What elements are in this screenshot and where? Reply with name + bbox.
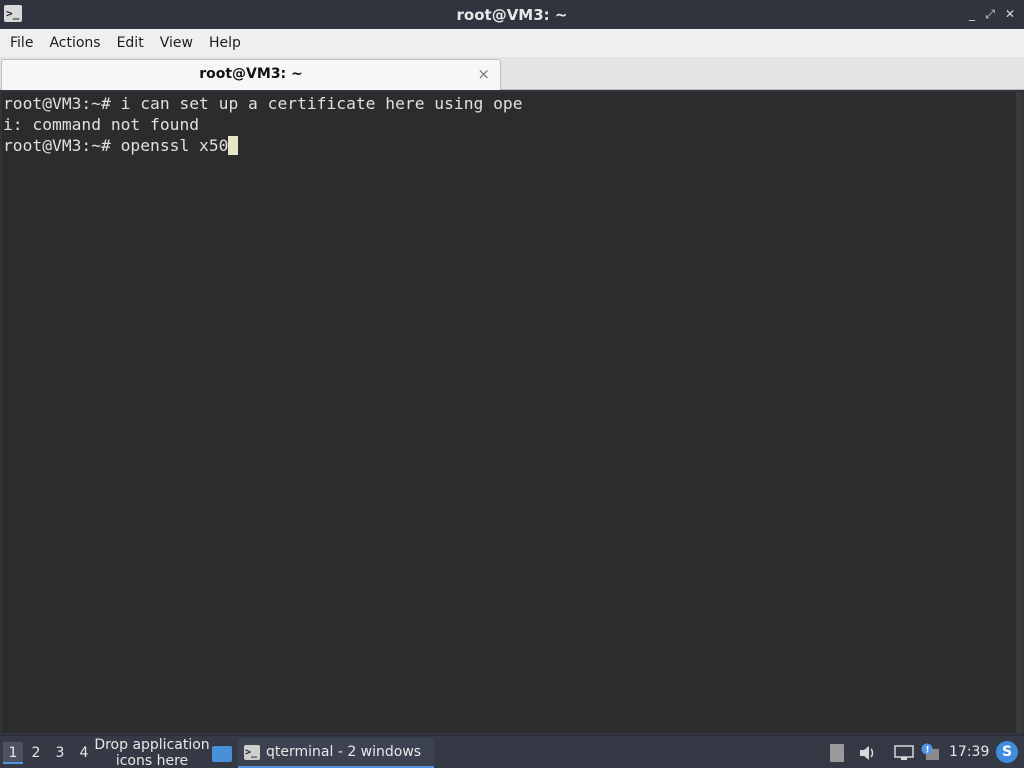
terminal-line: root@VM3:~# i can set up a certificate h… (3, 94, 523, 113)
workspace-4[interactable]: 4 (74, 742, 94, 764)
tab-close-icon[interactable]: × (477, 65, 490, 83)
terminal-frame: root@VM3:~# i can set up a certificate h… (0, 90, 1024, 735)
maximize-button[interactable]: ⤢ (982, 6, 998, 22)
volume-icon[interactable] (858, 745, 876, 765)
window-title: root@VM3: ~ (456, 6, 568, 24)
menu-edit[interactable]: Edit (109, 29, 152, 57)
quicklaunch-text: icons here (115, 753, 189, 768)
workspace-1[interactable]: 1 (3, 742, 23, 764)
terminal-line-current: root@VM3:~# openssl x50 (3, 135, 1016, 156)
close-button[interactable]: ✕ (1002, 6, 1018, 22)
menu-bar: File Actions Edit View Help (0, 29, 1024, 57)
terminal-cursor (228, 136, 239, 155)
update-notice-icon[interactable]: ! (920, 743, 940, 765)
menu-file[interactable]: File (2, 29, 41, 57)
menu-view[interactable]: View (152, 29, 201, 57)
terminal-line: i: command not found (3, 115, 200, 134)
show-desktop-icon[interactable] (212, 746, 232, 762)
menu-actions[interactable]: Actions (41, 29, 108, 57)
tab-label: root@VM3: ~ (199, 66, 303, 82)
workspace-2[interactable]: 2 (26, 742, 46, 764)
task-label: qterminal - 2 windows (266, 744, 422, 760)
task-qterminal[interactable]: >_ qterminal - 2 windows (238, 738, 434, 768)
taskbar: 1 2 3 4 Drop application icons here >_ q… (0, 735, 1024, 768)
terminal-output[interactable]: root@VM3:~# i can set up a certificate h… (2, 92, 1016, 733)
menu-help[interactable]: Help (201, 29, 249, 57)
lubuntu-menu-icon[interactable]: S (996, 741, 1018, 763)
network-icon[interactable] (894, 745, 914, 765)
window-titlebar: >_ root@VM3: ~ _ ⤢ ✕ (0, 0, 1024, 29)
tab-terminal[interactable]: root@VM3: ~ × (1, 59, 501, 90)
tab-bar: root@VM3: ~ × (0, 57, 1024, 90)
terminal-scrollbar[interactable] (1016, 92, 1022, 733)
clock[interactable]: 17:39 (949, 744, 989, 760)
svg-text:!: ! (926, 746, 930, 756)
terminal-command: root@VM3:~# openssl x50 (3, 136, 229, 155)
minimize-button[interactable]: _ (964, 6, 980, 22)
terminal-icon: >_ (244, 745, 260, 760)
quicklaunch-area[interactable]: Drop application icons here (93, 737, 211, 768)
quicklaunch-text: Drop application (94, 737, 210, 753)
workspace-3[interactable]: 3 (50, 742, 70, 764)
clipboard-icon[interactable] (830, 744, 844, 762)
